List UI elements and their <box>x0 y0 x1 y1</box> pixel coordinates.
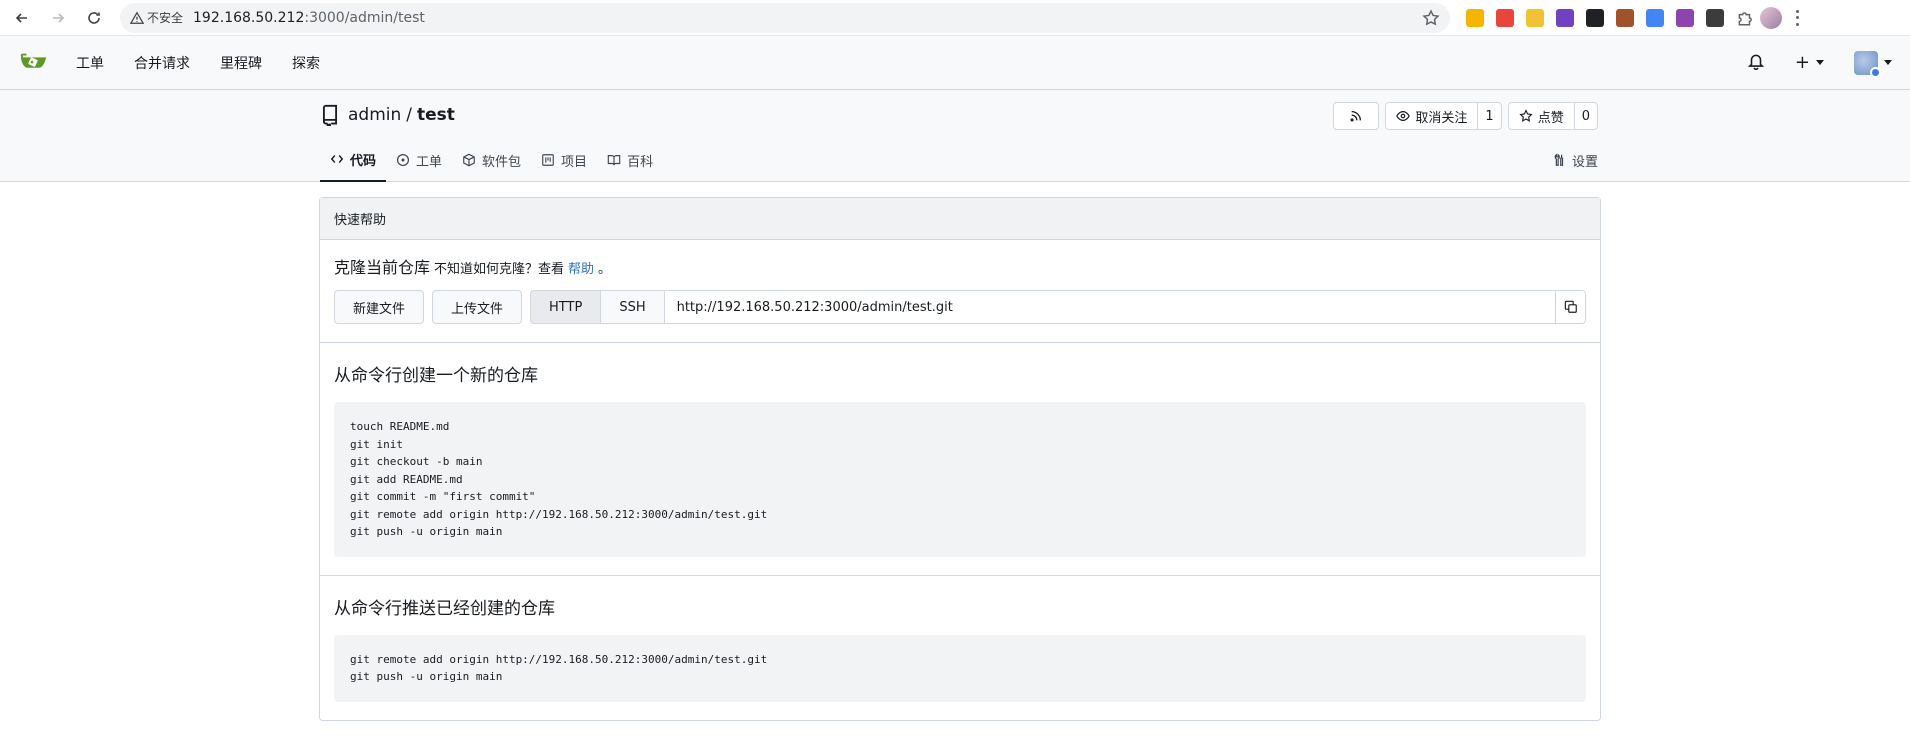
code-icon <box>330 155 344 163</box>
ssh-button[interactable]: SSH <box>601 291 665 323</box>
tab-settings[interactable]: 设置 <box>1552 138 1598 182</box>
panel-header: 快速帮助 <box>320 198 1600 240</box>
watch-count[interactable]: 1 <box>1477 103 1500 129</box>
settings-label: 设置 <box>1571 154 1598 170</box>
tab-label: 代码 <box>350 153 377 169</box>
upload-file-button[interactable]: 上传文件 <box>432 290 523 324</box>
copy-button[interactable] <box>1555 291 1585 323</box>
bookmark-star-icon[interactable] <box>1422 8 1440 27</box>
ext-notion-icon[interactable] <box>1706 8 1724 27</box>
ext-dark-icon[interactable] <box>1586 8 1604 27</box>
tab-issues[interactable]: 工单 <box>386 138 452 182</box>
chevron-down-icon <box>1816 60 1824 65</box>
tab-label: 软件包 <box>482 154 522 170</box>
unwatch-label: 取消关注 <box>1415 110 1468 126</box>
extensions-puzzle-icon[interactable] <box>1736 9 1754 27</box>
site-navbar: 工单 合并请求 里程碑 探索 + <box>0 36 1910 90</box>
gitea-logo-icon[interactable] <box>18 48 48 78</box>
clone-section: 克隆当前仓库 不知道如何克隆？查看 帮助 。 新建文件 上传文件 HTTP SSH… <box>320 240 1600 343</box>
rss-icon <box>1350 110 1362 122</box>
new-repo-code-block[interactable]: touch README.md git init git checkout -b… <box>334 402 1586 557</box>
http-button[interactable]: HTTP <box>531 291 602 323</box>
clone-title: 克隆当前仓库 <box>334 258 431 277</box>
tab-packages[interactable]: 软件包 <box>452 138 531 182</box>
create-new-dropdown[interactable]: + <box>1795 52 1824 73</box>
push-repo-section: 从命令行推送已经创建的仓库 git remote add origin http… <box>320 576 1600 720</box>
plus-icon: + <box>1794 52 1810 73</box>
repo-actions: 取消关注 1 点赞 0 <box>1333 102 1598 130</box>
clone-row: 新建文件 上传文件 HTTP SSH http://192.168.50.212… <box>334 290 1586 324</box>
clone-hint: 不知道如何克隆？查看 <box>434 262 565 277</box>
ext-star-icon[interactable] <box>1526 8 1544 27</box>
star-button[interactable]: 点赞 0 <box>1507 102 1598 130</box>
ext-purple-icon[interactable] <box>1556 8 1574 27</box>
repo-name-link[interactable]: test <box>417 105 455 125</box>
nav-pulls[interactable]: 合并请求 <box>134 53 190 73</box>
quickstart-panel: 快速帮助 克隆当前仓库 不知道如何克隆？查看 帮助 。 新建文件 上传文件 HTT… <box>319 197 1601 721</box>
tab-projects[interactable]: 项目 <box>531 138 597 182</box>
tab-code[interactable]: 代码 <box>320 138 387 182</box>
tab-label: 工单 <box>416 154 443 170</box>
eye-icon <box>1396 111 1411 121</box>
push-repo-title: 从命令行推送已经创建的仓库 <box>334 598 555 619</box>
chevron-down-icon <box>1884 60 1892 65</box>
clone-url-input[interactable]: http://192.168.50.212:3000/admin/test.gi… <box>665 291 1555 323</box>
push-repo-code-block[interactable]: git remote add origin http://192.168.50.… <box>334 634 1586 702</box>
repo-owner-link[interactable]: admin <box>348 105 401 125</box>
rss-button[interactable] <box>1333 102 1380 130</box>
unwatch-button[interactable]: 取消关注 1 <box>1385 102 1502 130</box>
avatar <box>1854 50 1881 78</box>
star-label: 点赞 <box>1537 110 1564 126</box>
browser-toolbar: 不安全 192.168.50.212:3000/admin/test <box>0 0 1910 36</box>
extensions-bar <box>1466 8 1724 27</box>
nav-explore[interactable]: 探索 <box>292 53 320 73</box>
star-count[interactable]: 0 <box>1573 103 1597 129</box>
user-menu-dropdown[interactable] <box>1854 50 1892 78</box>
clone-url-group: HTTP SSH http://192.168.50.212:3000/admi… <box>530 290 1586 324</box>
url-text[interactable]: 192.168.50.212:3000/admin/test <box>193 10 1422 26</box>
ext-violet-icon[interactable] <box>1676 8 1694 27</box>
tab-label: 百科 <box>627 154 654 170</box>
forward-icon[interactable] <box>44 4 72 32</box>
back-icon[interactable] <box>8 4 36 32</box>
ext-google-icon[interactable] <box>1646 8 1664 27</box>
browser-menu-icon[interactable] <box>1796 9 1800 26</box>
new-repo-section: 从命令行创建一个新的仓库 touch README.md git init gi… <box>320 343 1600 576</box>
project-icon <box>542 154 554 166</box>
ext-fox-icon[interactable] <box>1616 8 1634 27</box>
tools-icon <box>1554 153 1564 166</box>
insecure-badge[interactable]: 不安全 <box>130 9 193 26</box>
warning-icon <box>130 11 144 24</box>
tab-wiki[interactable]: 百科 <box>597 138 663 182</box>
new-file-button[interactable]: 新建文件 <box>334 290 425 324</box>
nav-milestones[interactable]: 里程碑 <box>220 53 262 73</box>
clone-period: 。 <box>598 262 612 277</box>
repo-title: admin / test <box>320 104 455 126</box>
address-bar[interactable]: 不安全 192.168.50.212:3000/admin/test <box>120 2 1450 33</box>
ext-red-icon[interactable] <box>1496 8 1514 27</box>
repo-tabs: 代码 工单 软件包 项目 百科 <box>320 138 663 182</box>
help-link[interactable]: 帮助 <box>568 258 594 277</box>
tab-label: 项目 <box>561 154 588 170</box>
repo-header: admin / test 取消关注 1 点赞 0 代码 工单 软件包 项目 百科… <box>0 90 1910 182</box>
issue-icon <box>396 153 410 167</box>
browser-profile-avatar[interactable] <box>1760 6 1782 29</box>
package-icon <box>463 153 475 167</box>
repo-separator: / <box>406 105 413 125</box>
nav-issues[interactable]: 工单 <box>76 53 104 73</box>
admin-badge-icon <box>1870 66 1881 78</box>
clone-heading: 克隆当前仓库 不知道如何克隆？查看 帮助 。 <box>334 254 1586 278</box>
copy-icon <box>1564 300 1577 313</box>
ext-yellow-icon[interactable] <box>1466 8 1484 27</box>
notifications-bell-icon[interactable] <box>1747 52 1765 74</box>
insecure-label: 不安全 <box>147 11 184 25</box>
star-icon <box>1519 109 1533 122</box>
new-repo-title: 从命令行创建一个新的仓库 <box>334 366 538 386</box>
reload-icon[interactable] <box>80 4 108 32</box>
repo-icon <box>322 104 338 126</box>
book-icon <box>607 155 621 166</box>
